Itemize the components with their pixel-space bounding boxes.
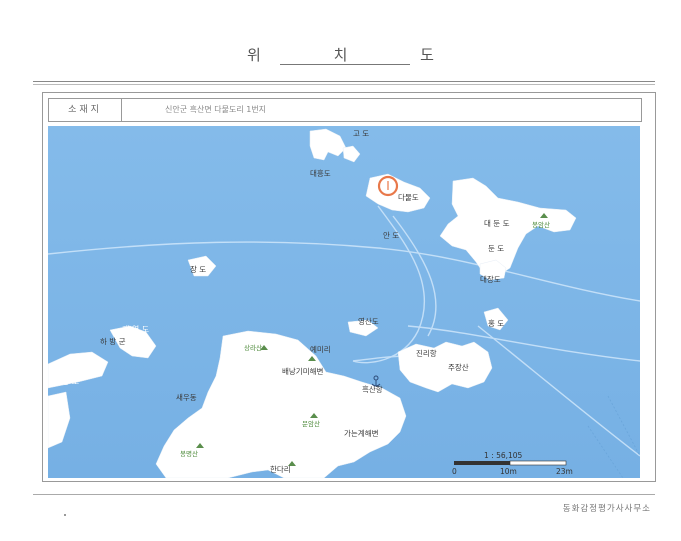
label-hongdo: 홍 도: [488, 318, 504, 328]
label-yemi: 예미리: [310, 344, 331, 354]
header-rule: [33, 81, 655, 82]
label-baenang: 배낭기미해변: [282, 366, 323, 376]
label-bongmyeong: 봉명산: [180, 449, 198, 458]
label-damul: 다물도: [398, 193, 419, 202]
label-heuksanhang: 흑산항: [362, 384, 383, 394]
label-daejang: 대장도: [480, 274, 501, 284]
label-munamsan: 문암산: [302, 419, 320, 428]
scale-tick-0: 0: [452, 467, 457, 476]
label-chodo: 초 청 도: [52, 377, 79, 386]
location-value: 신안군 흑산면 다물도리 1번지: [165, 105, 267, 114]
scale-ratio: 1 : 56,105: [484, 451, 523, 460]
label-saeyeop: 새우동: [176, 393, 197, 402]
document-sheet: 위 치 도 소재지 신안군 흑산면 다물도리 1번지 고 도 대흥도 다물도 대…: [0, 0, 681, 541]
location-row: 소재지 신안군 흑산면 다물도리 1번지: [48, 98, 642, 122]
header-rule-secondary: [33, 84, 655, 85]
location-label: 소재지: [49, 99, 122, 121]
scale-tick-1: 10m: [500, 467, 517, 476]
label-peak-daeiu: 봉암산: [532, 220, 550, 229]
page-title: 위 치 도: [247, 46, 468, 64]
scale-tick-2: 23m: [556, 467, 573, 476]
label-island-n: 고 도: [353, 129, 369, 138]
label-gageo: 가는계해변: [344, 428, 379, 438]
footer-office: 동화감정평가사사무소: [562, 504, 651, 514]
label-ando: 안 도: [383, 230, 399, 240]
label-gaeyeong: 개 영 도: [122, 324, 149, 334]
label-jangdo: 장 도: [190, 264, 206, 274]
scale-segment-light: [509, 460, 567, 466]
label-daeiu: 대 둔 도: [484, 219, 510, 228]
label-jujang: 주장산: [448, 362, 469, 372]
scale-segment-dark: [454, 461, 510, 465]
map-canvas: 고 도 대흥도 다물도 대 둔 도 봉암산 안 도 둔 도 대장도 장 도 홍 …: [48, 126, 640, 478]
label-hanmalchi: 한다리: [270, 465, 291, 474]
label-daheul: 대흥도: [310, 168, 331, 178]
label-habanggun: 하 방 군: [100, 336, 126, 346]
location-map[interactable]: 고 도 대흥도 다물도 대 둔 도 봉암산 안 도 둔 도 대장도 장 도 홍 …: [48, 126, 640, 478]
label-sangrasan: 상라산: [244, 343, 262, 352]
label-dondo: 둔 도: [488, 244, 504, 253]
title-underline: [280, 64, 410, 65]
label-yeongsando: 영산도: [358, 316, 379, 326]
label-jinri: 진리항: [416, 348, 437, 358]
page-dot: [64, 514, 66, 516]
footer-rule: [33, 494, 655, 495]
